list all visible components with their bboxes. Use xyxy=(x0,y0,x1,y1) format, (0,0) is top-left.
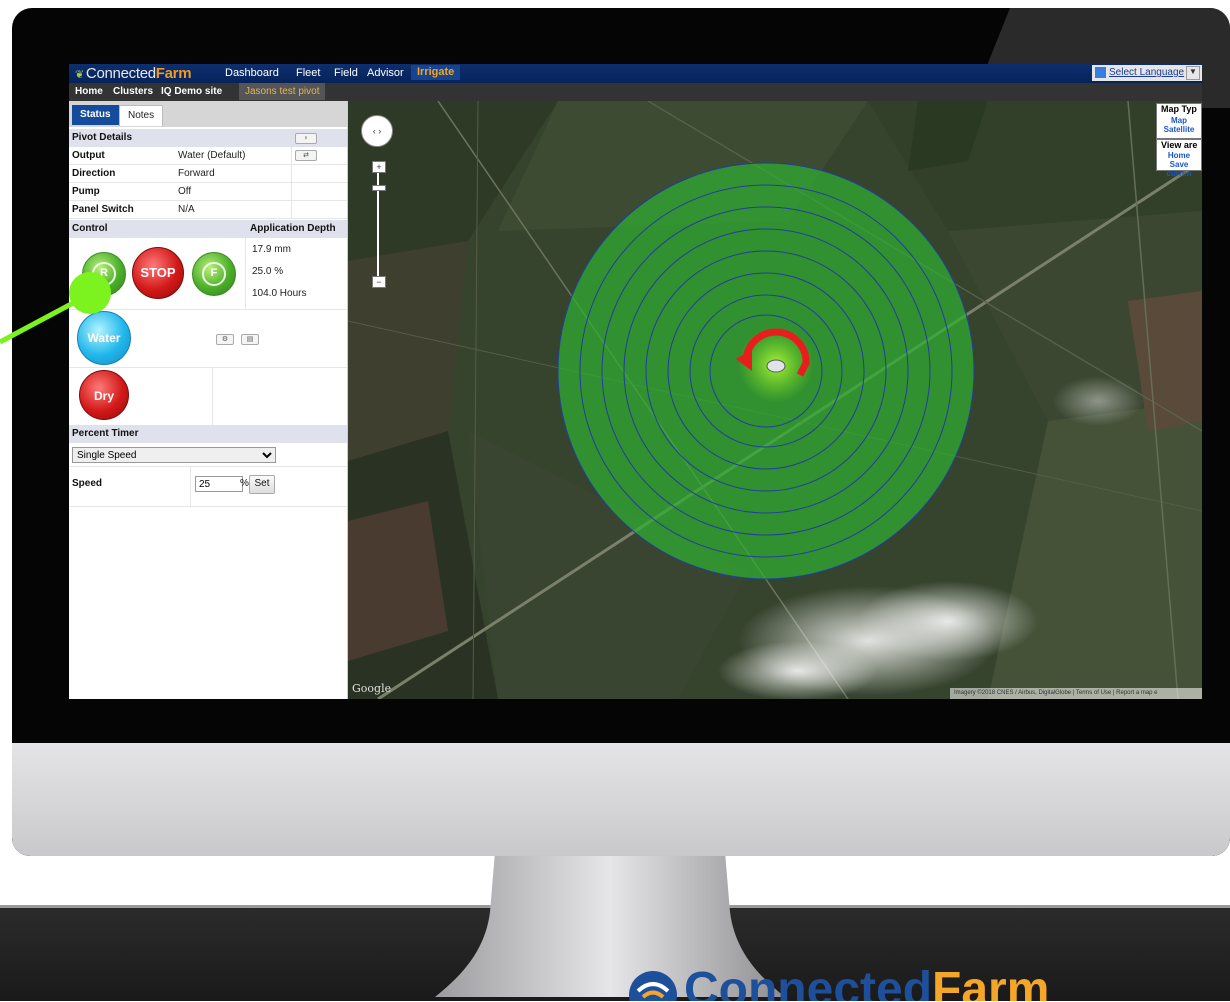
depth-percent-value: 25.0 % xyxy=(252,266,284,277)
speed-unit: % xyxy=(240,478,249,489)
top-navbar: ❦ ConnectedFarm Dashboard Fleet Field Adv… xyxy=(69,64,1202,83)
monitor-bezel: ❦ ConnectedFarm Dashboard Fleet Field Adv… xyxy=(12,8,1230,856)
view-home-link[interactable]: Home xyxy=(1157,151,1201,160)
google-logo[interactable]: Google xyxy=(352,682,391,695)
monitor-chin xyxy=(12,743,1230,856)
speed-label: Speed xyxy=(72,478,103,489)
view-save-link[interactable]: Save curren xyxy=(1157,160,1201,178)
logo-text-farm: Farm xyxy=(155,65,192,82)
divider xyxy=(291,147,292,164)
zoom-slider-handle[interactable] xyxy=(372,185,386,191)
tab-notes[interactable]: Notes xyxy=(119,105,164,126)
settings-icon[interactable]: ⚙ xyxy=(216,334,234,345)
divider xyxy=(69,367,347,368)
chevron-down-icon: ▼ xyxy=(1186,66,1200,80)
percent-timer-title: Percent Timer xyxy=(72,428,139,439)
detail-value: Forward xyxy=(178,168,215,179)
map-type-title: Map Typ xyxy=(1161,104,1197,114)
map-attribution[interactable]: Imagery ©2018 CNES / Airbus, DigitalGlob… xyxy=(950,688,1202,699)
detail-value: Off xyxy=(178,186,192,197)
annotation-dot xyxy=(69,272,111,314)
nav-fleet[interactable]: Fleet xyxy=(296,67,320,79)
stop-button[interactable]: STOP xyxy=(132,247,184,299)
divider xyxy=(69,506,347,507)
timer-mode-select[interactable]: Single Speed xyxy=(72,447,276,463)
nav-advisor[interactable]: Advisor xyxy=(367,67,404,79)
speed-input[interactable] xyxy=(195,476,243,492)
breadcrumb-bar: Home Clusters IQ Demo site Jasons test p… xyxy=(69,83,1202,101)
language-selector[interactable]: Select Language ▼ xyxy=(1092,65,1202,81)
lightbulb-icon[interactable]: ♀ xyxy=(295,133,317,144)
map-pan-control[interactable]: ‹ › xyxy=(361,115,393,147)
dry-label: Dry xyxy=(93,389,114,403)
percent-timer-header: Percent Timer xyxy=(69,425,347,443)
detail-value: Water (Default) xyxy=(178,150,246,161)
zoom-in-button[interactable]: + xyxy=(372,161,386,173)
nav-irrigate[interactable]: Irrigate xyxy=(411,65,461,80)
calendar-icon[interactable]: ▤ xyxy=(241,334,259,345)
depth-mm-value: 17.9 mm xyxy=(252,244,291,255)
depth-hours-value: 104.0 Hours xyxy=(252,288,307,299)
set-button[interactable]: Set xyxy=(249,475,275,494)
subnav-iq-demo-site[interactable]: IQ Demo site xyxy=(161,86,222,97)
swap-icon[interactable]: ⇄ xyxy=(295,150,317,161)
satellite-map[interactable]: ‹ › + − Map Typ Map Satellite View are H… xyxy=(348,101,1202,699)
map-imagery xyxy=(348,101,1202,699)
divider xyxy=(69,466,347,467)
divider xyxy=(190,467,191,506)
dry-button[interactable]: Dry xyxy=(79,370,129,420)
svg-text:ConnectedFarm: ConnectedFarm xyxy=(684,963,1049,1001)
divider xyxy=(212,367,213,425)
map-type-map-link[interactable]: Map xyxy=(1157,116,1201,125)
map-type-control: Map Typ Map Satellite xyxy=(1156,103,1202,139)
map-type-satellite-link[interactable]: Satellite xyxy=(1157,125,1201,134)
divider xyxy=(291,165,292,182)
google-translate-icon xyxy=(1095,67,1106,78)
view-area-control: View are Home Save curren xyxy=(1156,139,1202,178)
forward-button[interactable]: F xyxy=(192,252,236,296)
arrows-icon: ‹ › xyxy=(372,126,382,136)
application-depth-title: Application Depth xyxy=(250,223,336,234)
language-label: Select Language xyxy=(1109,67,1185,78)
detail-value: N/A xyxy=(178,204,195,215)
divider xyxy=(291,183,292,200)
subnav-jasons-test-pivot[interactable]: Jasons test pivot xyxy=(239,83,326,100)
brand-logo: ConnectedFarm xyxy=(629,963,1049,1001)
divider xyxy=(245,238,246,309)
screen: ❦ ConnectedFarm Dashboard Fleet Field Adv… xyxy=(69,64,1202,699)
nav-dashboard[interactable]: Dashboard xyxy=(225,67,279,79)
zoom-out-button[interactable]: − xyxy=(372,276,386,288)
forward-label: F xyxy=(210,267,218,279)
view-area-title: View are xyxy=(1161,140,1198,150)
divider xyxy=(291,201,292,218)
nav-field[interactable]: Field xyxy=(334,67,358,79)
stop-label: STOP xyxy=(140,265,176,280)
